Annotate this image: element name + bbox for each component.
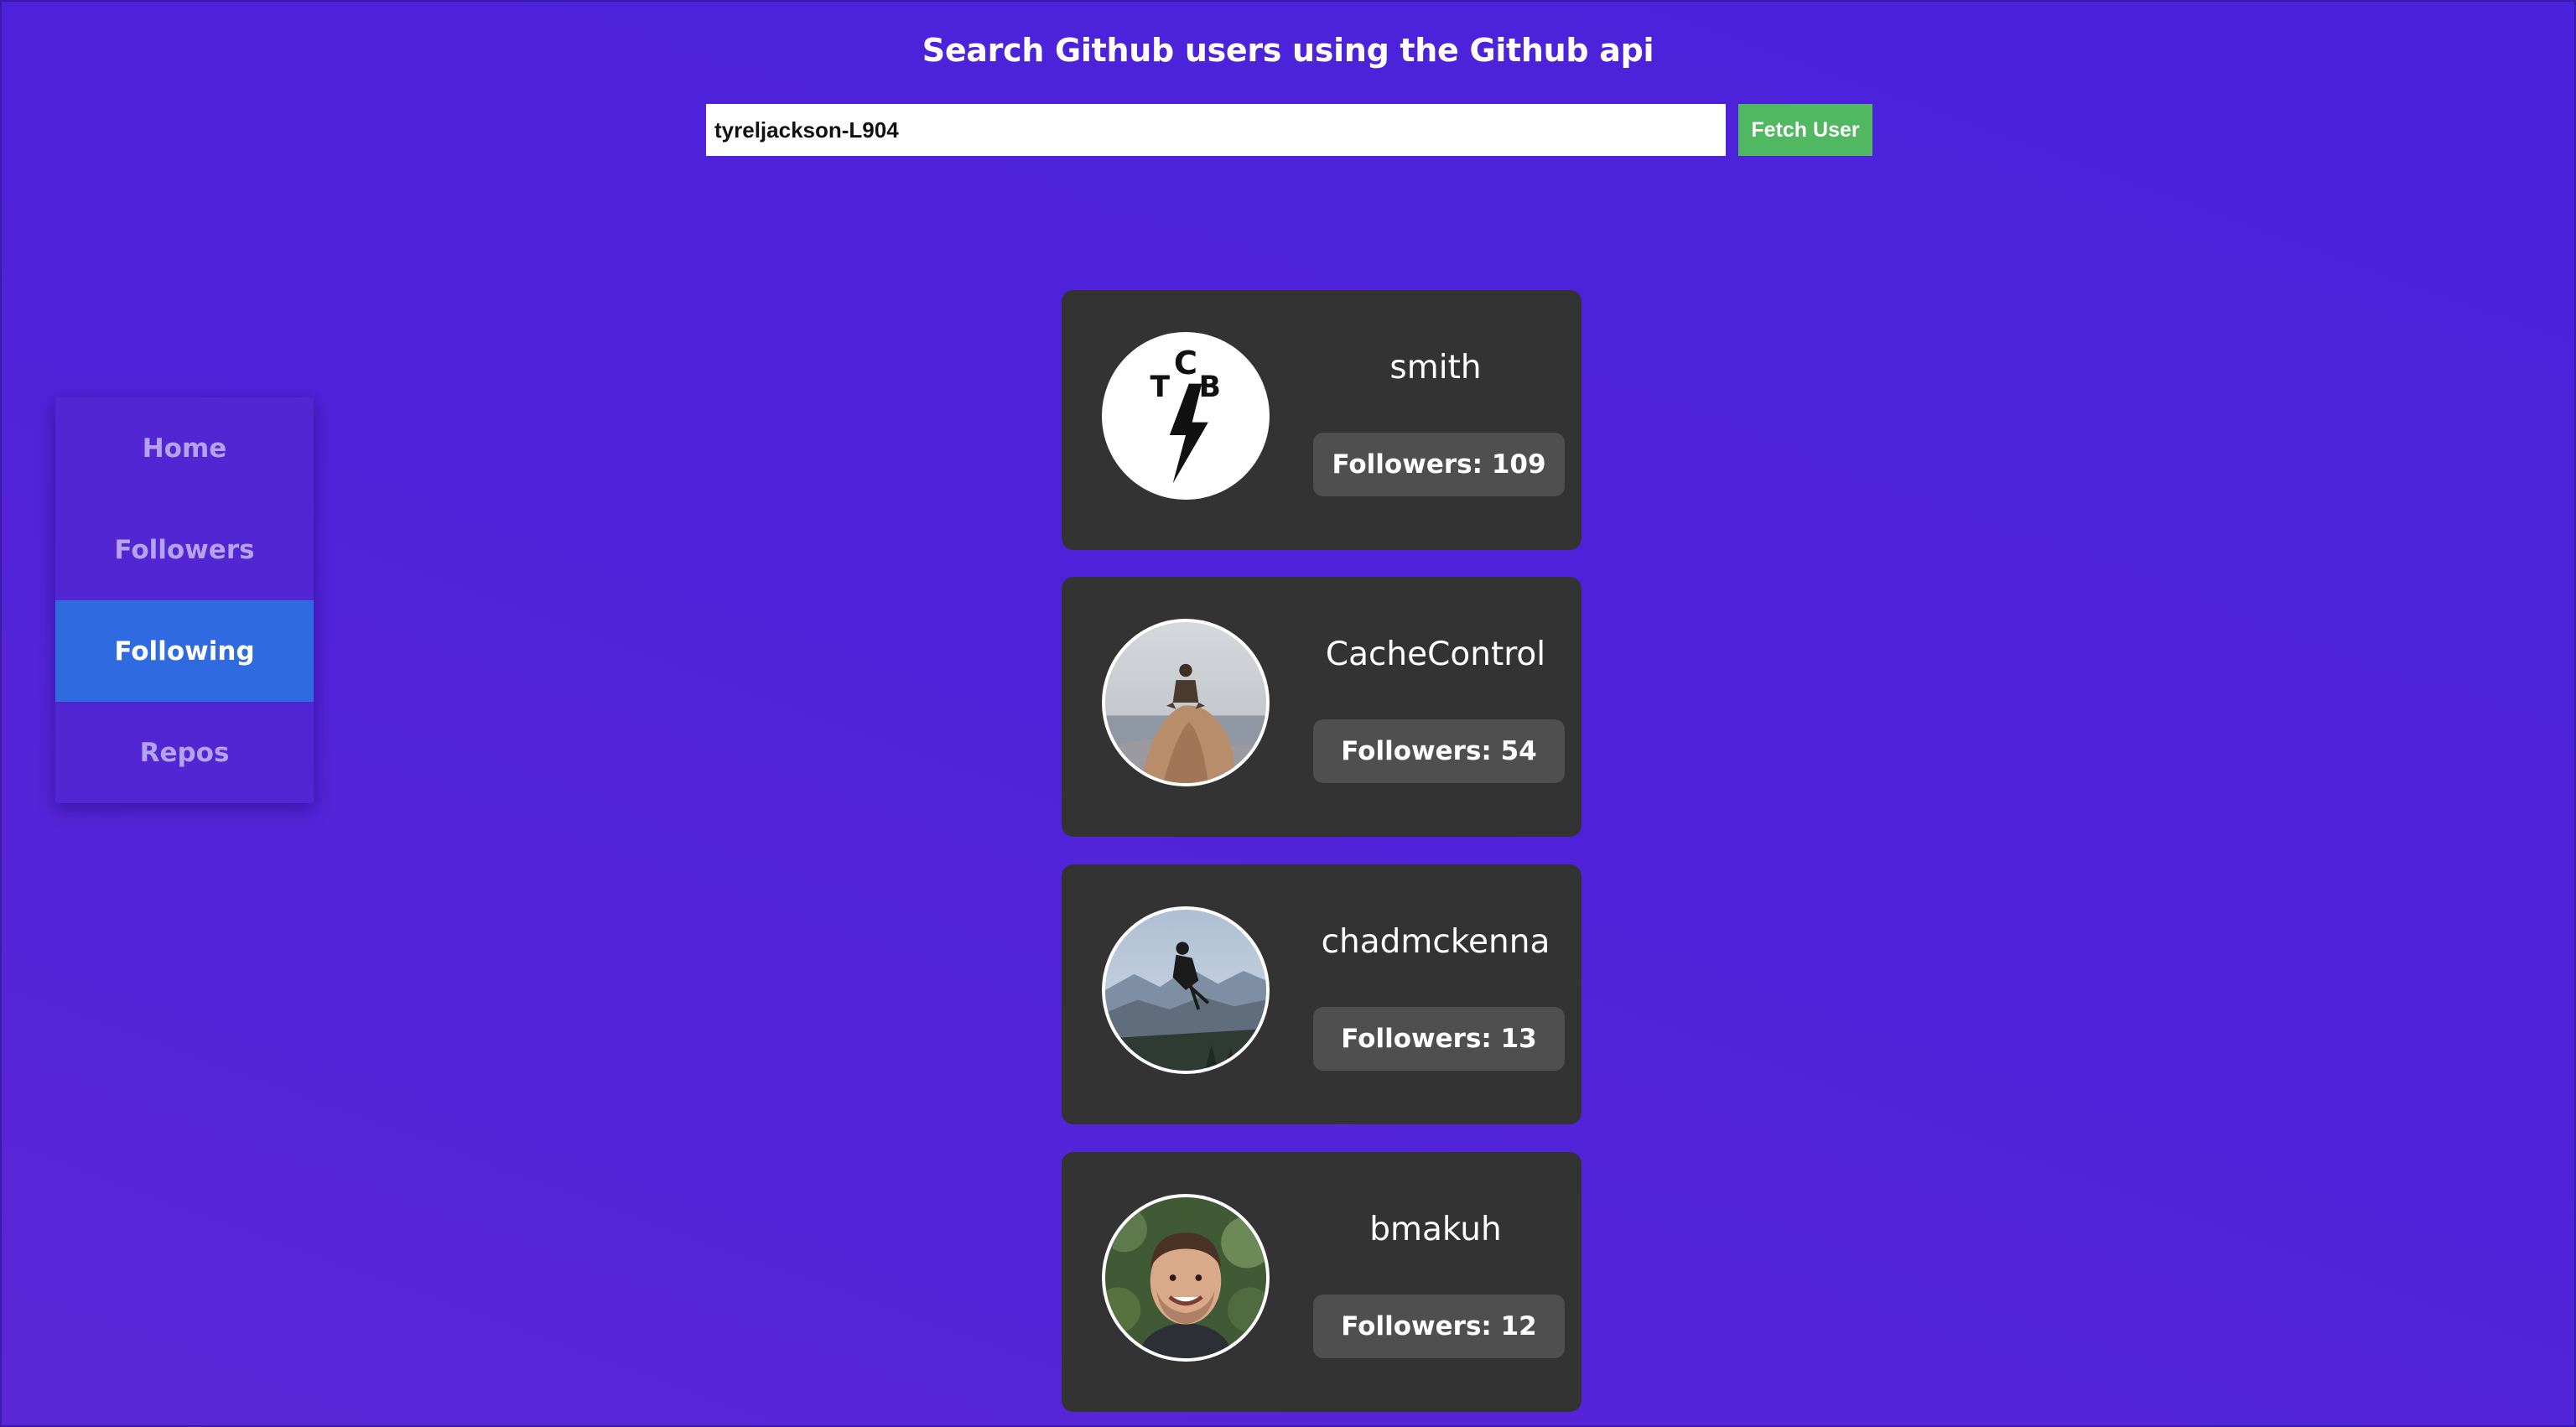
smiling-man-photo-icon [1105, 1197, 1266, 1358]
page-title: Search Github users using the Github api [922, 32, 1654, 69]
followers-count-badge[interactable]: Followers: 54 [1313, 719, 1565, 783]
followers-count-badge[interactable]: Followers: 13 [1313, 1007, 1565, 1071]
sidebar-item-following[interactable]: Following [55, 600, 314, 702]
username-search-input[interactable] [706, 104, 1726, 156]
ski-jump-mountain-photo-icon [1105, 910, 1266, 1071]
sidebar-item-followers[interactable]: Followers [55, 499, 314, 600]
followers-count-badge[interactable]: Followers: 109 [1313, 433, 1565, 496]
svg-text:C: C [1174, 345, 1197, 382]
fetch-user-button[interactable]: Fetch User [1738, 104, 1872, 156]
user-card: C T B smith Followers: 109 [1062, 290, 1581, 550]
followers-count-badge[interactable]: Followers: 12 [1313, 1295, 1565, 1358]
sidebar-nav: Home Followers Following Repos [55, 397, 314, 803]
person-on-rock-photo-icon [1105, 622, 1266, 783]
svg-text:B: B [1199, 371, 1221, 404]
user-avatar[interactable] [1102, 1194, 1270, 1362]
user-card: chadmckenna Followers: 13 [1062, 864, 1581, 1124]
username: bmakuh [1369, 1211, 1502, 1248]
username: CacheControl [1325, 636, 1546, 673]
user-avatar[interactable]: C T B [1102, 332, 1270, 500]
sidebar-item-repos[interactable]: Repos [55, 702, 314, 803]
svg-text:T: T [1150, 371, 1170, 404]
user-avatar[interactable] [1102, 619, 1270, 786]
user-avatar[interactable] [1102, 906, 1270, 1074]
user-card: bmakuh Followers: 12 [1062, 1152, 1581, 1412]
username: chadmckenna [1321, 923, 1550, 961]
user-card: CacheControl Followers: 54 [1062, 577, 1581, 837]
tcb-lightning-logo-icon: C T B [1105, 335, 1266, 496]
username: smith [1389, 349, 1482, 387]
sidebar-item-home[interactable]: Home [55, 397, 314, 499]
